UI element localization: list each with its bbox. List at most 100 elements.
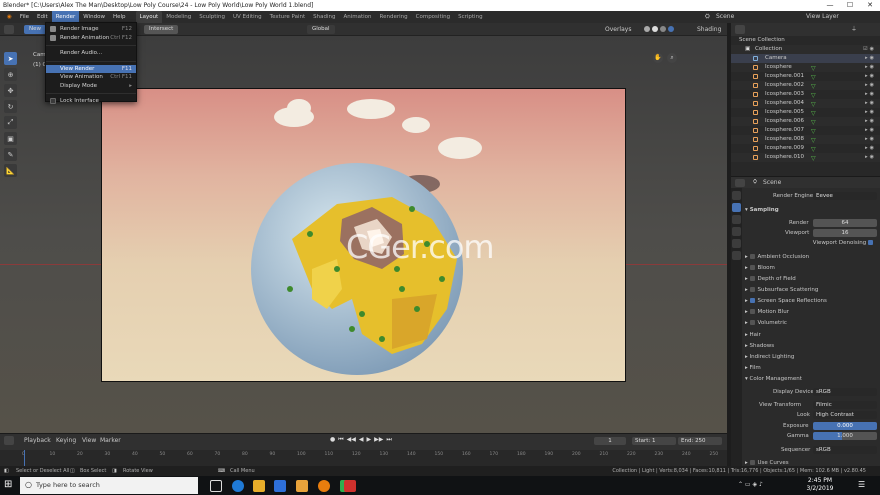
scene-selector[interactable]: Scene [716, 11, 734, 23]
maximize-button[interactable]: ☐ [840, 0, 860, 11]
outliner-row[interactable]: Icosphere.001 ▽ ▸◉ [731, 72, 880, 81]
select-cursor-icon[interactable]: ➤ [4, 52, 17, 65]
mail-icon[interactable] [296, 480, 308, 492]
outliner-editor-icon[interactable] [735, 25, 745, 34]
workspace-tab-shading[interactable]: Shading [309, 11, 339, 23]
app-icon-red[interactable] [344, 480, 356, 492]
workspace-tab-uv-editing[interactable]: UV Editing [229, 11, 266, 23]
start-frame-field[interactable]: Start: 1 [632, 437, 676, 445]
current-frame-field[interactable]: 1 [594, 437, 626, 445]
panel-film[interactable]: ▸ Film [745, 364, 876, 373]
outliner-row[interactable]: Icosphere.004 ▽ ▸◉ [731, 99, 880, 108]
workspace-tab-scripting[interactable]: Scripting [454, 11, 486, 23]
view-transform-dropdown[interactable]: Filmic [813, 401, 877, 409]
visibility-icons[interactable]: ▸◉ [865, 99, 876, 108]
menu-item-lock-interface[interactable]: Lock Interface [46, 97, 136, 106]
prev-key-icon[interactable]: ◀◀ [347, 436, 356, 444]
measure-tool-icon[interactable]: 📐 [4, 164, 17, 177]
workspace-tab-sculpting[interactable]: Sculpting [195, 11, 229, 23]
world-tab-icon[interactable] [732, 251, 741, 260]
record-icon[interactable]: ● [330, 436, 335, 444]
outliner-scene-collection[interactable]: Scene Collection [731, 36, 880, 45]
panel-volumetric[interactable]: ▸ Volumetric [745, 319, 876, 328]
shading-mode-icons[interactable] [644, 26, 674, 32]
store-icon[interactable] [274, 480, 286, 492]
visibility-icons[interactable]: ▸◉ [865, 117, 876, 126]
panel-motion-blur[interactable]: ▸ Motion Blur [745, 308, 876, 317]
outliner-row[interactable]: Camera ▸◉ [731, 54, 880, 63]
task-view-icon[interactable] [210, 480, 222, 492]
playhead[interactable] [24, 450, 25, 467]
keying-menu[interactable]: Keying [56, 437, 76, 444]
clock-date[interactable]: 3/2/2019 [800, 485, 840, 492]
play-icon[interactable]: ▶ [367, 436, 372, 444]
rotate-tool-icon[interactable]: ↻ [4, 100, 17, 113]
blender-logo-icon[interactable]: ◉ [3, 11, 16, 23]
annotate-tool-icon[interactable]: ✎ [4, 148, 17, 161]
outliner-row[interactable]: Icosphere.007 ▽ ▸◉ [731, 126, 880, 135]
intersect-button[interactable]: Intersect [144, 25, 179, 34]
visibility-icons[interactable]: ▸◉ [865, 72, 876, 81]
visibility-icons[interactable]: ▸◉ [865, 144, 876, 153]
panel-ambient-occlusion[interactable]: ▸ Ambient Occlusion [745, 253, 876, 262]
taskbar-search-input[interactable]: Type here to search [20, 477, 198, 494]
blender-taskbar-icon[interactable] [318, 480, 330, 492]
panel-color-management[interactable]: ▾ Color Management [745, 375, 876, 384]
visibility-icons[interactable]: ☑◉ [863, 45, 876, 54]
jump-end-icon[interactable]: ⏭ [386, 436, 391, 444]
visibility-icons[interactable]: ▸◉ [865, 81, 876, 90]
end-frame-field[interactable]: End: 250 [678, 437, 722, 445]
menu-item-render-image[interactable]: Render Image F12 [46, 25, 136, 34]
gamma-field[interactable]: 1.000 [813, 432, 877, 440]
workspace-tab-modeling[interactable]: Modeling [162, 11, 195, 23]
sampling-section[interactable]: ▾ Sampling [745, 206, 876, 215]
transform-tool-icon[interactable]: ▣ [4, 132, 17, 145]
pan-hand-icon[interactable]: ✋ [653, 53, 663, 63]
menu-item-view-animation[interactable]: View Animation Ctrl F11 [46, 73, 136, 82]
scene-tab-icon[interactable] [732, 239, 741, 248]
clock-time[interactable]: 2:45 PM [800, 477, 840, 484]
visibility-icons[interactable]: ▸◉ [865, 54, 876, 63]
checkbox-icon[interactable] [50, 98, 56, 104]
panel-shadows[interactable]: ▸ Shadows [745, 342, 876, 351]
minimize-button[interactable]: — [820, 0, 840, 11]
outliner-row[interactable]: Icosphere.002 ▽ ▸◉ [731, 81, 880, 90]
visibility-icons[interactable]: ▸◉ [865, 135, 876, 144]
panel-subsurface-scattering[interactable]: ▸ Subsurface Scattering [745, 286, 876, 295]
marker-menu[interactable]: Marker [100, 437, 121, 444]
outliner-row[interactable]: Icosphere.005 ▽ ▸◉ [731, 108, 880, 117]
system-tray-icons[interactable]: ⌃ ▭ ◈ ♪ [738, 481, 763, 488]
properties-editor-icon[interactable] [735, 179, 745, 187]
viewport-samples-field[interactable]: 16 [813, 229, 877, 237]
material-shading-icon[interactable] [660, 26, 666, 32]
view-layer-tab-icon[interactable] [732, 227, 741, 236]
menu-item-view-render[interactable]: View Render F11 [46, 64, 136, 73]
timeline-scrubber[interactable]: 0102030405060708090100110120130140150160… [0, 450, 727, 467]
play-reverse-icon[interactable]: ◀ [359, 436, 364, 444]
visibility-icons[interactable]: ▸◉ [865, 63, 876, 72]
shading-dropdown[interactable]: Shading [697, 25, 721, 34]
close-button[interactable]: ✕ [860, 0, 880, 11]
outliner-row[interactable]: Icosphere ▽ ▸◉ [731, 63, 880, 72]
windows-start-icon[interactable]: ⊞ [4, 479, 12, 490]
panel-depth-of-field[interactable]: ▸ Depth of Field [745, 275, 876, 284]
workspace-tab-texture-paint[interactable]: Texture Paint [266, 11, 310, 23]
overlays-toggle[interactable]: Overlays [605, 25, 631, 34]
panel-indirect-lighting[interactable]: ▸ Indirect Lighting [745, 353, 876, 362]
sequencer-dropdown[interactable]: sRGB [813, 446, 877, 454]
wireframe-shading-icon[interactable] [644, 26, 650, 32]
file-explorer-icon[interactable] [253, 480, 265, 492]
render-tab-icon[interactable] [732, 203, 741, 212]
view-menu[interactable]: View [82, 437, 96, 444]
next-key-icon[interactable]: ▶▶ [374, 436, 383, 444]
visibility-icons[interactable]: ▸◉ [865, 108, 876, 117]
tool-tab-icon[interactable] [732, 191, 741, 200]
display-device-dropdown[interactable]: sRGB [813, 388, 877, 396]
menu-item-render-animation[interactable]: Render Animation Ctrl F12 [46, 34, 136, 43]
scale-tool-icon[interactable]: ⤢ [4, 116, 17, 129]
outliner-row[interactable]: Icosphere.008 ▽ ▸◉ [731, 135, 880, 144]
outliner-row[interactable]: Icosphere.006 ▽ ▸◉ [731, 117, 880, 126]
notification-icon[interactable]: ☰ [858, 480, 865, 489]
filter-icon[interactable]: ⏚ [851, 24, 857, 33]
solid-shading-icon[interactable] [652, 26, 658, 32]
